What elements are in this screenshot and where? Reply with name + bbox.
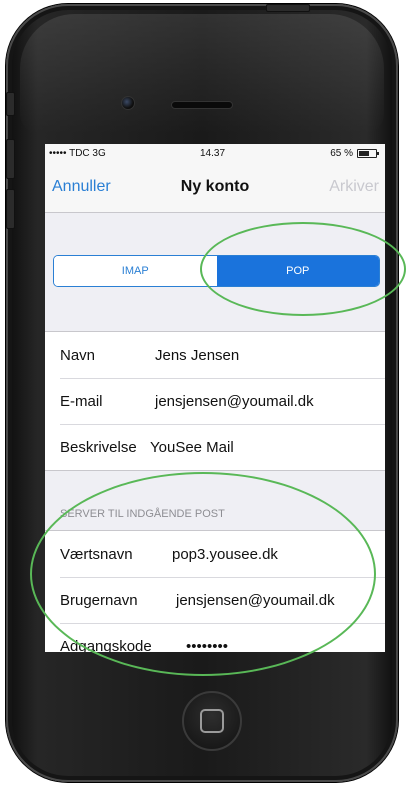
username-value[interactable]: jensjensen@youmail.dk <box>176 592 335 609</box>
phone-screen: ••••• TDC 3G 14.37 65 % Annuller Ny kont… <box>45 144 385 652</box>
home-button[interactable] <box>182 691 242 751</box>
volume-up-button <box>6 139 15 179</box>
segment-imap[interactable]: IMAP <box>54 256 217 286</box>
battery-percent: 65 % <box>330 148 353 159</box>
status-bar: ••••• TDC 3G 14.37 65 % <box>45 144 385 162</box>
phone-sheen <box>20 14 384 134</box>
email-label: E-mail <box>60 393 103 410</box>
name-value[interactable]: Jens Jensen <box>155 347 239 364</box>
segment-pop[interactable]: POP <box>216 256 379 286</box>
hostname-value[interactable]: pop3.yousee.dk <box>172 546 278 563</box>
incoming-server-group: Værtsnavn pop3.yousee.dk Brugernavn jens… <box>45 530 385 652</box>
battery-icon <box>357 149 379 158</box>
power-button <box>266 4 310 12</box>
battery-fill <box>359 151 369 156</box>
front-camera <box>121 96 135 110</box>
volume-down-button <box>6 189 15 229</box>
hostname-row[interactable]: Værtsnavn pop3.yousee.dk <box>45 531 385 577</box>
email-row[interactable]: E-mail jensjensen@youmail.dk <box>45 378 385 424</box>
save-button[interactable]: Arkiver <box>329 178 379 196</box>
username-label: Brugernavn <box>60 592 138 609</box>
carrier-signal: ••••• TDC 3G <box>49 148 106 159</box>
description-label: Beskrivelse <box>60 439 137 456</box>
email-value[interactable]: jensjensen@youmail.dk <box>155 393 314 410</box>
earpiece-speaker <box>171 101 233 109</box>
account-type-segmented-control: IMAP POP <box>53 255 380 287</box>
mute-switch <box>6 92 15 116</box>
description-row[interactable]: Beskrivelse YouSee Mail <box>45 424 385 470</box>
name-label: Navn <box>60 347 96 364</box>
clock: 14.37 <box>200 148 226 159</box>
name-row[interactable]: Navn Jens Jensen <box>45 332 385 378</box>
battery-status: 65 % <box>330 148 379 159</box>
hostname-label: Værtsnavn <box>60 546 133 563</box>
incoming-server-header: SERVER TIL INDGÅENDE POST <box>60 508 225 520</box>
password-row[interactable]: Adgangskode •••••••• <box>45 623 385 652</box>
navigation-bar: Annuller Ny konto Arkiver <box>45 162 385 213</box>
password-value[interactable]: •••••••• <box>186 638 228 652</box>
username-row[interactable]: Brugernavn jensjensen@youmail.dk <box>45 577 385 623</box>
account-info-group: Navn Jens Jensen E-mail jensjensen@youma… <box>45 331 385 471</box>
password-label: Adgangskode <box>60 638 152 652</box>
home-square-icon <box>200 709 224 733</box>
description-value[interactable]: YouSee Mail <box>150 439 234 456</box>
